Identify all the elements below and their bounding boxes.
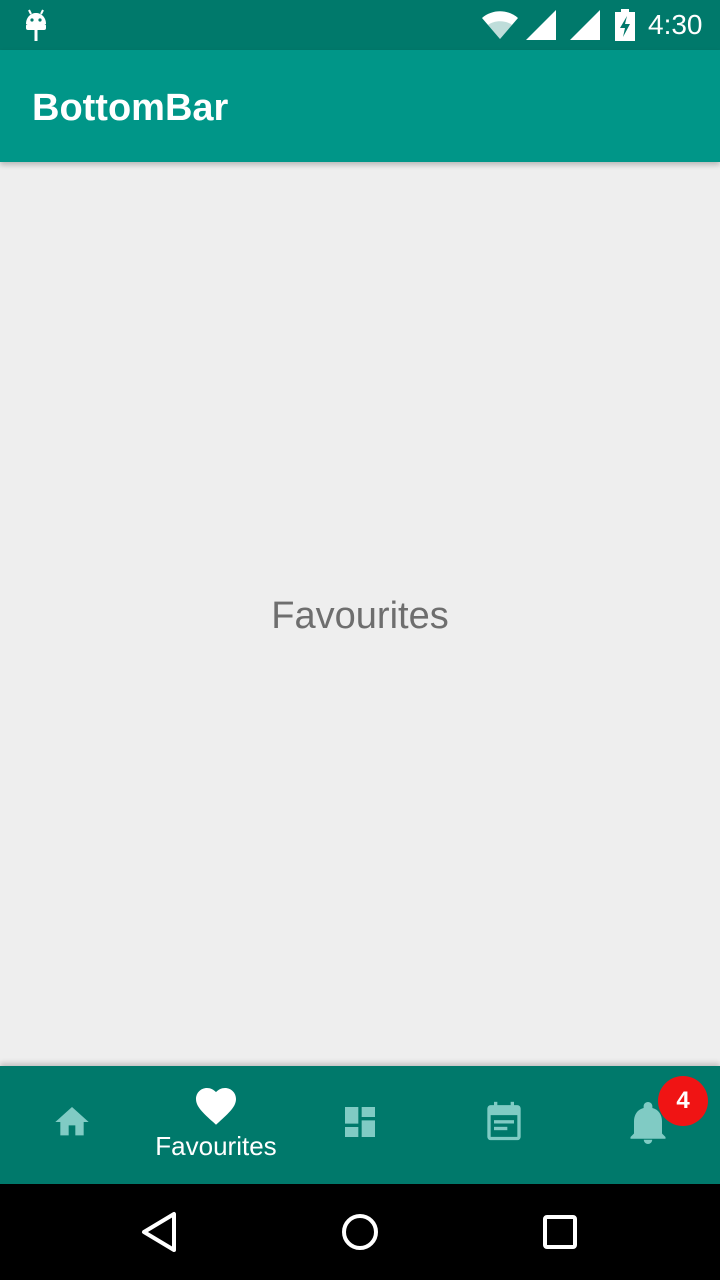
status-clock: 4:30: [648, 9, 703, 40]
android-icon: [26, 9, 46, 41]
tab-dashboard[interactable]: [288, 1066, 432, 1184]
home-circle-icon[interactable]: [334, 1206, 386, 1258]
dashboard-icon: [345, 1107, 375, 1137]
content-label: Favourites: [271, 595, 449, 637]
signal-icon: [570, 10, 600, 40]
signal-icon: [526, 10, 556, 40]
tab-favourites[interactable]: Favourites: [144, 1066, 288, 1184]
status-bar: 4:30: [0, 0, 720, 50]
app-title: BottomBar: [32, 87, 229, 129]
tab-favourites-label: Favourites: [155, 1131, 277, 1161]
wifi-icon: [482, 11, 518, 39]
tab-home[interactable]: [0, 1066, 144, 1184]
tab-notifications[interactable]: 4: [576, 1066, 720, 1184]
bottom-navigation-bar: Favourites 4: [0, 1066, 720, 1184]
home-icon: [55, 1107, 89, 1136]
system-navigation-bar: [0, 1184, 720, 1280]
heart-icon: [196, 1088, 236, 1125]
content-area: Favourites: [0, 162, 720, 1066]
battery-charging-icon: [615, 9, 635, 41]
calendar-icon: [487, 1101, 521, 1141]
app-bar: BottomBar: [0, 50, 720, 162]
tab-calendar[interactable]: [432, 1066, 576, 1184]
notification-badge: 4: [658, 1076, 708, 1126]
back-icon[interactable]: [134, 1206, 186, 1258]
recents-icon[interactable]: [534, 1206, 586, 1258]
screen: 4:30 BottomBar Favourites Favourites 4: [0, 0, 720, 1280]
